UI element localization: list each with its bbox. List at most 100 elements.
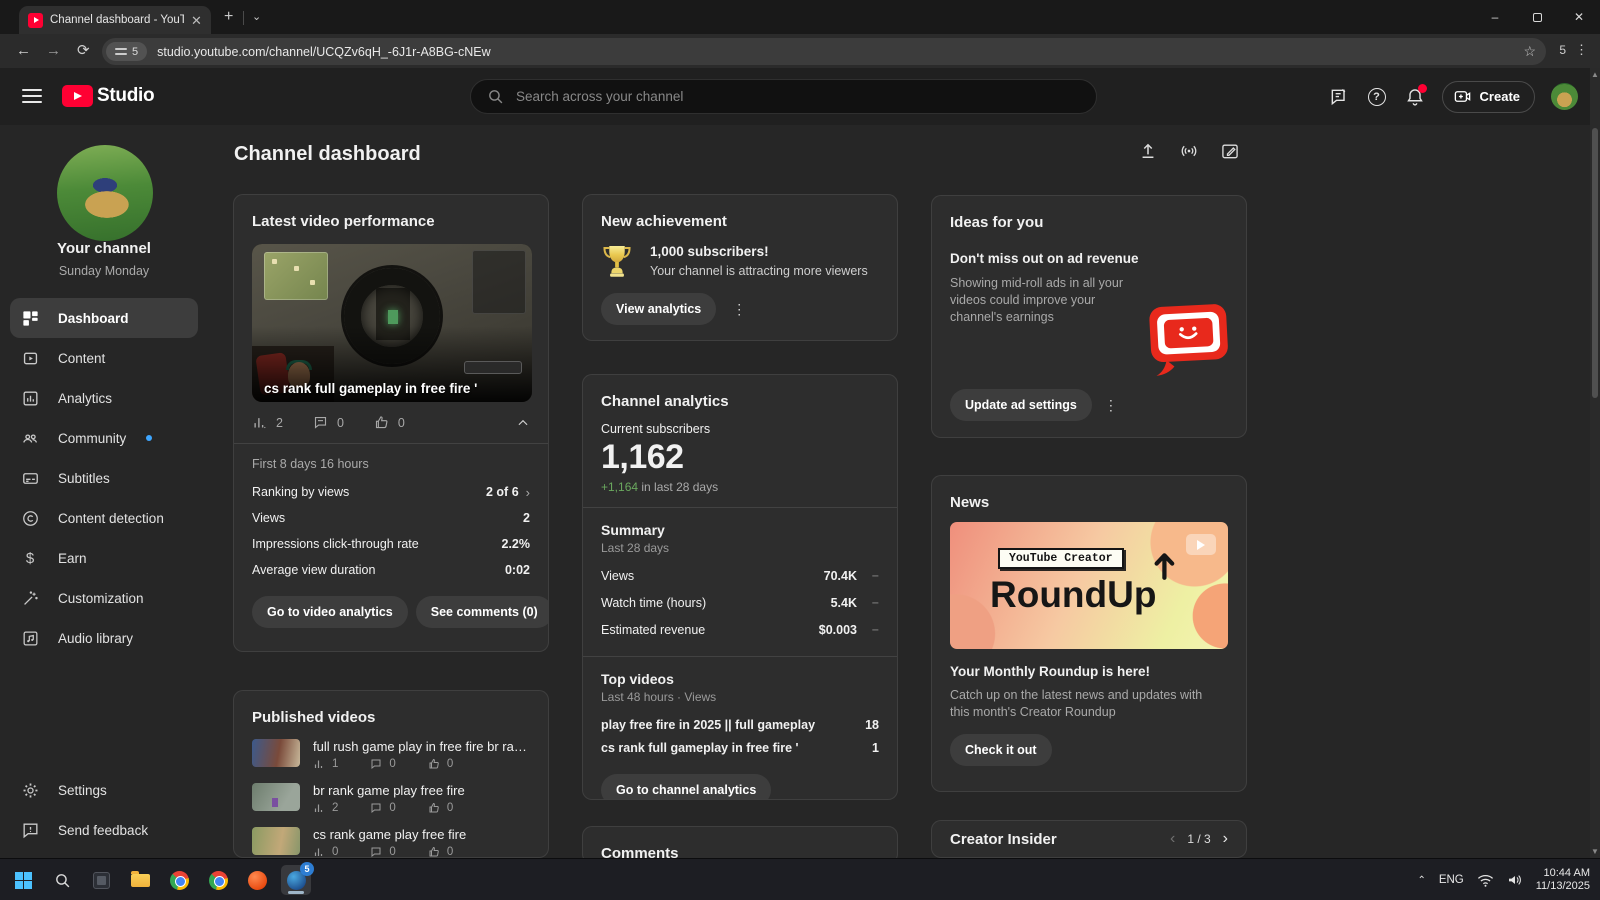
next-page-icon[interactable]: › <box>1223 830 1228 848</box>
subscriber-delta: +1,164 in last 28 days <box>601 480 719 494</box>
sidebar-item-subtitles[interactable]: Subtitles <box>10 458 198 498</box>
browser-menu-icon[interactable]: ⋮ <box>1575 42 1588 58</box>
sidebar-item-customization[interactable]: Customization <box>10 578 198 618</box>
comments-icon <box>371 847 381 857</box>
likes-icon <box>429 758 439 769</box>
collapse-chevron-icon[interactable] <box>516 416 530 430</box>
sidebar-item-dashboard[interactable]: Dashboard <box>10 298 198 338</box>
channel-analytics-card: Channel analytics Current subscribers 1,… <box>582 374 898 800</box>
scrollbar-thumb[interactable] <box>1592 128 1598 398</box>
sidebar-item-settings[interactable]: Settings <box>10 770 198 810</box>
active-browser-button[interactable]: 5 <box>281 862 314 895</box>
audio-library-icon <box>20 628 40 648</box>
sidebar-item-label: Dashboard <box>58 310 129 326</box>
chrome-profile2-button[interactable] <box>203 865 233 895</box>
hidden-icons-chevron[interactable]: ⌃ <box>1417 875 1425 886</box>
create-button[interactable]: Create <box>1441 80 1535 113</box>
carousel-pager: ‹ 1 / 3 › <box>1170 830 1228 848</box>
search-input[interactable] <box>516 89 1036 104</box>
start-button[interactable] <box>8 865 38 895</box>
more-options-icon[interactable]: ⋮ <box>1096 397 1126 414</box>
notifications-bell-icon[interactable] <box>1404 83 1427 108</box>
sidebar-item-label: Analytics <box>58 390 113 406</box>
video-metrics: Ranking by views 2 of 6 › Views 2 Impres… <box>252 479 530 583</box>
sidebar-item-label: Send feedback <box>58 822 149 838</box>
account-avatar[interactable] <box>1551 83 1578 110</box>
back-button-hud <box>464 361 522 374</box>
go-to-video-analytics-button[interactable]: Go to video analytics <box>252 596 408 628</box>
taskbar-clock[interactable]: 10:44 AM 11/13/2025 <box>1536 867 1590 893</box>
check-it-out-button[interactable]: Check it out <box>950 734 1052 766</box>
metric-row-ranking[interactable]: Ranking by views 2 of 6 › <box>252 479 530 505</box>
prev-page-icon[interactable]: ‹ <box>1170 830 1175 848</box>
task-view-button[interactable] <box>86 865 116 895</box>
sidebar-item-analytics[interactable]: Analytics <box>10 378 198 418</box>
file-explorer-button[interactable] <box>125 865 155 895</box>
channel-search[interactable] <box>470 79 1097 114</box>
scroll-down-icon[interactable]: ▼ <box>1590 847 1600 856</box>
roundup-banner[interactable]: YouTube Creator RoundUp <box>950 522 1228 649</box>
edit-icon[interactable] <box>1220 141 1240 161</box>
tab-close-icon[interactable]: ✕ <box>191 14 202 27</box>
sidebar-item-content-detection[interactable]: Content detection <box>10 498 198 538</box>
language-indicator[interactable]: ENG <box>1439 874 1464 886</box>
published-video-row[interactable]: full rush game play in free fire br rank… <box>252 739 530 770</box>
help-icon[interactable]: ? <box>1366 86 1388 108</box>
upload-video-icon[interactable] <box>1138 141 1158 161</box>
minimize-button[interactable]: – <box>1474 0 1516 34</box>
wifi-icon[interactable] <box>1477 874 1494 887</box>
go-live-icon[interactable] <box>1179 141 1199 161</box>
top-video-row[interactable]: cs rank full gameplay in free fire ' 1 <box>601 736 879 759</box>
bookmark-star-icon[interactable]: ☆ <box>1523 43 1536 60</box>
header-actions: ? Create <box>1328 68 1600 125</box>
latest-video-thumbnail[interactable]: cs rank full gameplay in free fire ' <box>252 244 532 402</box>
window-controls: – ✕ <box>1474 0 1600 34</box>
forward-icon[interactable]: → <box>46 41 61 61</box>
youtube-studio-logo[interactable]: Studio <box>62 85 155 107</box>
address-bar[interactable]: 5 studio.youtube.com/channel/UCQZv6qH_-6… <box>102 38 1546 65</box>
likes-count: 0 <box>397 415 405 430</box>
community-new-dot <box>146 435 153 441</box>
taskbar-search-button[interactable] <box>47 865 77 895</box>
extensions-count[interactable]: 5 <box>1559 43 1566 57</box>
scroll-up-icon[interactable]: ▲ <box>1590 70 1600 79</box>
back-icon[interactable]: ← <box>16 41 31 61</box>
published-video-row[interactable]: br rank game play free fire 2 0 0 <box>252 783 530 814</box>
sidebar-item-audio-library[interactable]: Audio library <box>10 618 198 658</box>
ad-doodle-icon <box>1149 304 1228 376</box>
volume-icon[interactable] <box>1507 873 1523 887</box>
published-video-row[interactable]: cs rank game play free fire 0 0 0 <box>252 827 530 857</box>
view-analytics-button[interactable]: View analytics <box>601 293 717 325</box>
feedback-icon[interactable] <box>1328 86 1350 108</box>
sidebar-item-earn[interactable]: $ Earn <box>10 538 198 578</box>
chrome-button[interactable] <box>164 865 194 895</box>
top-video-row[interactable]: play free fire in 2025 || full gameplay … <box>601 713 879 736</box>
new-tab-icon[interactable]: + <box>224 9 233 25</box>
reload-icon[interactable]: ⟳ <box>77 41 90 61</box>
channel-avatar[interactable] <box>57 145 153 241</box>
menu-hamburger-icon[interactable] <box>22 89 42 103</box>
sidebar-item-community[interactable]: Community <box>10 418 198 458</box>
update-ad-settings-button[interactable]: Update ad settings <box>950 389 1092 421</box>
see-comments-button[interactable]: See comments (0) <box>415 596 548 628</box>
screen: Channel dashboard - YouTube S ✕ + ⌄ – ✕ … <box>0 0 1600 900</box>
sidebar: Your channel Sunday Monday Dashboard Con… <box>0 125 208 858</box>
site-info-chip[interactable]: 5 <box>106 42 148 61</box>
community-icon <box>20 428 40 448</box>
sidebar-item-label: Community <box>58 430 127 446</box>
go-to-channel-analytics-button[interactable]: Go to channel analytics <box>601 774 772 799</box>
news-card: News YouTube Creator RoundUp Your Monthl… <box>931 475 1247 792</box>
close-button[interactable]: ✕ <box>1558 0 1600 34</box>
browser-orange-button[interactable] <box>242 865 272 895</box>
page-scrollbar[interactable]: ▲ ▼ <box>1590 68 1600 858</box>
earn-dollar-icon: $ <box>25 549 35 567</box>
folder-icon <box>130 870 150 887</box>
sidebar-item-content[interactable]: Content <box>10 338 198 378</box>
summary-row-views: Views 70.4K − <box>601 569 879 583</box>
browser-tab[interactable]: Channel dashboard - YouTube S ✕ <box>19 6 211 34</box>
summary-row-watch-time: Watch time (hours) 5.4K − <box>601 596 879 610</box>
sidebar-item-send-feedback[interactable]: Send feedback <box>10 810 198 850</box>
tab-search-chevron-icon[interactable]: ⌄ <box>252 10 261 23</box>
maximize-button[interactable] <box>1516 0 1558 34</box>
more-options-icon[interactable]: ⋮ <box>724 301 754 318</box>
